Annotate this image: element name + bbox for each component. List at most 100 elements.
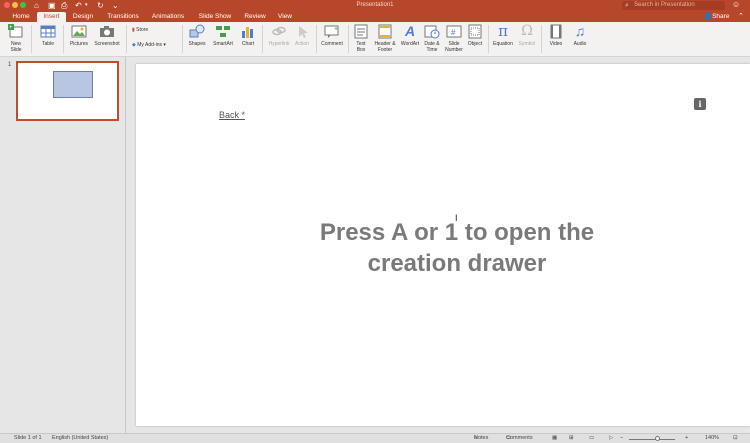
screenshot-label: Screenshot bbox=[94, 41, 120, 47]
search-input[interactable]: ⌕ Search in Presentation bbox=[622, 1, 725, 10]
tab-view[interactable]: View bbox=[274, 12, 296, 22]
store-button[interactable]: ▮ Store bbox=[132, 27, 148, 34]
svg-text:+: + bbox=[9, 25, 13, 31]
zoom-slider[interactable] bbox=[629, 439, 675, 440]
date-time-button[interactable]: Date & Time bbox=[422, 24, 442, 53]
store-icon: ▮ bbox=[132, 27, 135, 33]
comments-label: Comments bbox=[506, 435, 533, 441]
hyperlink-icon bbox=[271, 24, 287, 39]
tab-design[interactable]: Design bbox=[68, 12, 98, 22]
zoom-in-icon[interactable]: + bbox=[685, 434, 688, 443]
smartart-icon bbox=[215, 24, 231, 39]
text-box-button[interactable]: Text Box bbox=[352, 24, 370, 53]
table-label: Table bbox=[42, 41, 54, 47]
svg-text:+: + bbox=[334, 26, 338, 33]
slide-number-icon: # bbox=[446, 24, 462, 39]
symbol-label: Symbol bbox=[518, 41, 536, 47]
action-cursor-icon bbox=[294, 24, 310, 39]
omega-icon: Ω bbox=[521, 23, 533, 39]
my-addins-button[interactable]: ◆ My Add-ins ▾ bbox=[132, 42, 166, 49]
video-button[interactable]: Video bbox=[546, 24, 566, 47]
tab-animations[interactable]: Animations bbox=[147, 12, 189, 22]
comment-button[interactable]: + Comment bbox=[319, 24, 345, 47]
fit-slide-icon[interactable]: ⊡ bbox=[733, 434, 738, 443]
language-status[interactable]: English (United States) bbox=[52, 434, 108, 443]
normal-view-icon[interactable]: ▦ bbox=[552, 434, 557, 443]
hyperlink-button[interactable]: Hyperlink bbox=[266, 24, 292, 47]
action-button[interactable]: Action bbox=[292, 24, 312, 47]
symbol-button[interactable]: Ω Symbol bbox=[516, 23, 538, 48]
pi-icon: π bbox=[498, 22, 508, 40]
table-icon bbox=[40, 24, 56, 39]
collapse-ribbon-icon[interactable]: ⌃ bbox=[738, 12, 744, 22]
addins-icon: ◆ bbox=[132, 42, 136, 48]
wordart-label: WordArt bbox=[400, 41, 420, 47]
screenshot-button[interactable]: Screenshot bbox=[93, 24, 121, 47]
object-label: Object bbox=[467, 41, 483, 47]
info-icon[interactable]: i bbox=[694, 98, 706, 110]
text-box-label: Text Box bbox=[356, 41, 366, 53]
slide-thumbnail[interactable] bbox=[16, 61, 119, 121]
store-label: Store bbox=[136, 27, 149, 33]
comment-icon: + bbox=[324, 24, 340, 39]
smartart-button[interactable]: SmartArt bbox=[210, 24, 236, 47]
audio-button[interactable]: ♫ Audio bbox=[570, 23, 590, 48]
thumbnail-preview-shape bbox=[53, 71, 93, 98]
slide-editing-area: Back * i I Press A or 1 to open the crea… bbox=[127, 57, 750, 433]
slide-number-label: Slide Number bbox=[445, 41, 463, 53]
header-footer-button[interactable]: Header & Footer bbox=[372, 24, 398, 53]
zoom-slider-knob[interactable] bbox=[655, 436, 660, 441]
object-button[interactable]: Object bbox=[466, 24, 484, 47]
reading-view-icon[interactable]: ▭ bbox=[589, 434, 594, 443]
slide-sorter-icon[interactable]: ⊞ bbox=[569, 434, 574, 443]
music-note-icon: ♫ bbox=[574, 23, 586, 39]
object-icon bbox=[467, 24, 483, 39]
header-footer-icon bbox=[377, 24, 393, 39]
slide-count: Slide 1 of 1 bbox=[14, 435, 42, 441]
tab-review[interactable]: Review bbox=[240, 12, 270, 22]
slide-message: Press A or 1 to open the creation drawer bbox=[319, 219, 595, 277]
tab-slide-show[interactable]: Slide Show bbox=[194, 12, 236, 22]
status-bar: Slide 1 of 1 English (United States) ≡ N… bbox=[0, 433, 750, 443]
ribbon-insert: + New Slide Table Pictures Screenshot ▮ … bbox=[0, 22, 750, 57]
thumbnail-number: 1 bbox=[8, 62, 12, 68]
shapes-button[interactable]: Shapes bbox=[186, 24, 208, 47]
zoom-level[interactable]: 140% bbox=[705, 434, 719, 443]
comment-label: Comment bbox=[321, 41, 343, 47]
share-button[interactable]: 👤Share bbox=[704, 12, 729, 22]
table-button[interactable]: Table bbox=[36, 24, 60, 47]
film-icon bbox=[548, 24, 564, 39]
share-label: Share bbox=[712, 13, 730, 20]
equation-button[interactable]: π Equation bbox=[491, 22, 515, 48]
title-bar: ⌂ ▣ ⎙ ↶ ▾ ↻ ⌄ Presentation1 ⌕ Search in … bbox=[0, 0, 750, 11]
video-label: Video bbox=[549, 41, 563, 47]
chart-button[interactable]: Chart bbox=[238, 24, 258, 47]
pictures-icon bbox=[71, 24, 87, 39]
slide-canvas[interactable]: Back * i I Press A or 1 to open the crea… bbox=[136, 64, 750, 426]
smartart-label: SmartArt bbox=[213, 41, 233, 47]
pictures-button[interactable]: Pictures bbox=[67, 24, 91, 47]
tab-insert[interactable]: Insert bbox=[37, 12, 66, 22]
new-slide-label: New Slide bbox=[10, 41, 22, 53]
pictures-label: Pictures bbox=[69, 41, 89, 47]
feedback-smiley-icon[interactable]: ☺ bbox=[732, 0, 740, 10]
chart-label: Chart bbox=[241, 41, 255, 47]
equation-label: Equation bbox=[493, 41, 513, 47]
slide-number-button[interactable]: # Slide Number bbox=[443, 24, 465, 53]
audio-label: Audio bbox=[573, 41, 587, 47]
wordart-button[interactable]: A WordArt bbox=[399, 24, 421, 48]
new-slide-button[interactable]: + New Slide bbox=[5, 24, 27, 53]
add-person-icon: 👤 bbox=[704, 13, 713, 20]
slide-thumbnail-pane: 1 bbox=[0, 57, 126, 433]
tab-transitions[interactable]: Transitions bbox=[101, 12, 145, 22]
slideshow-icon[interactable]: ▷ bbox=[609, 434, 613, 443]
date-time-label: Date & Time bbox=[424, 41, 440, 53]
back-link[interactable]: Back * bbox=[219, 110, 245, 120]
calendar-clock-icon bbox=[424, 24, 440, 39]
notes-label: Notes bbox=[474, 435, 489, 441]
chart-icon bbox=[240, 24, 256, 39]
ribbon-tabs: Home Insert Design Transitions Animation… bbox=[0, 11, 750, 22]
text-box-icon bbox=[353, 24, 369, 39]
tab-home[interactable]: Home bbox=[6, 12, 36, 22]
zoom-out-icon[interactable]: − bbox=[620, 434, 623, 443]
